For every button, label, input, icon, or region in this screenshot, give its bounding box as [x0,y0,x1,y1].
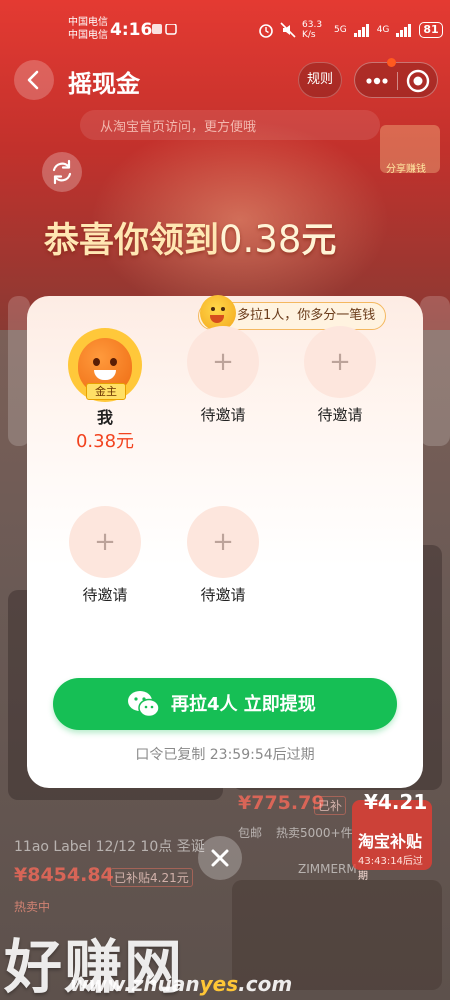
product-1-subsidy: 已补贴4.21元 [110,868,193,887]
mascot-mouth [94,370,116,380]
signal-icon-2 [396,24,412,37]
wechat-icon [128,691,160,718]
product-1-title[interactable]: 11ao Label 12/12 10点 圣诞 [14,836,205,856]
plus-icon: + [94,527,116,557]
notification-icons [152,24,177,35]
network-type-1: 5G [334,25,347,35]
subsidy-badge-timer: 43:43:14后过期 [358,856,423,882]
congrats-heading: 恭喜你领到0.38元 [44,212,336,263]
watermark-url: www.zhuanyes.com [70,972,292,996]
close-modal-button[interactable] [198,836,242,880]
chick-beak [210,315,224,323]
signal-icon [353,24,369,37]
host-badge: 金主 [86,383,126,400]
subsidy-badge[interactable]: ¥4.21 淘宝补贴 43:43:14后过期 [352,790,432,882]
capsule-divider [397,72,398,90]
mascot-eye-left [93,358,100,366]
carrier-labels: 中国电信 中国电信 [68,16,108,42]
invite-withdraw-label: 再拉4人 立即提现 [171,694,316,715]
plus-icon: + [212,347,234,377]
rules-button[interactable]: 规则 [298,62,342,98]
plus-icon: + [329,347,351,377]
hint-text: 从淘宝首页访问，更方便哦 [100,120,257,135]
alarm-icon [259,24,273,38]
product-2-sales: 热卖5000+件 [276,826,353,840]
chick-eye-left [211,307,215,311]
plus-icon: + [212,527,234,557]
tip-text: 多拉1人，你多分一笔钱 [237,308,376,323]
watermark-url-suffix: .com [238,972,293,996]
notification-dot [387,58,396,67]
network-speed: 63.3 K/s [302,20,323,40]
product-3-brand: ZIMMERM [298,862,357,876]
congrats-amount: 0.38 [219,218,302,261]
refresh-button[interactable] [42,152,82,192]
status-bar: 中国电信 中国电信 4:16 63.3 K/s 5G 4G 81 [0,0,450,48]
close-icon [211,849,229,867]
back-button[interactable] [14,60,54,100]
subsidy-badge-title: 淘宝补贴 [358,832,423,851]
refresh-icon [52,159,72,185]
congrats-unit: 元 [301,221,337,261]
page-title: 摇现金 [68,70,140,98]
carrier-1: 中国电信 [68,17,108,28]
watermark-url-highlight: yes [199,972,239,996]
expire-text: 口令已复制 23:59:54后过期 [135,747,315,763]
congrats-text: 恭喜你领到 [44,221,220,261]
mascot-eye-right [110,358,117,366]
close-miniprogram-icon[interactable] [405,68,431,94]
product-2-subsidy: 已补 [314,796,347,815]
background-card-right [420,296,450,446]
my-name: 我 [96,408,113,427]
product-1-price: ¥8454.84 [14,864,114,886]
subsidy-badge-price: ¥4.21 [364,790,428,814]
product-1-status: 热卖中 [14,900,51,914]
status-time: 4:16 [110,20,153,40]
status-icons: 63.3 K/s 5G 4G 81 [258,20,443,40]
invite-slot-4-label: 待邀请 [200,586,246,604]
chevron-left-icon [27,70,39,90]
invite-slot-2-label: 待邀请 [317,406,363,424]
product-2-price: ¥775.79 [238,792,325,814]
more-icon[interactable] [363,73,391,89]
network-type-2: 4G [376,25,390,35]
invite-slot-1-label: 待邀请 [200,406,246,424]
mute-icon [280,22,296,38]
invite-slot-3-label: 待邀请 [82,586,128,604]
my-amount: 0.38元 [75,431,135,452]
battery-indicator: 81 [419,22,443,38]
watermark-url-prefix: www.zhuan [70,972,200,996]
carrier-2: 中国电信 [68,30,108,41]
chick-eye-right [221,307,225,311]
share-badge-label: 分享赚钱 [386,164,426,175]
miniprogram-capsule [354,62,438,98]
